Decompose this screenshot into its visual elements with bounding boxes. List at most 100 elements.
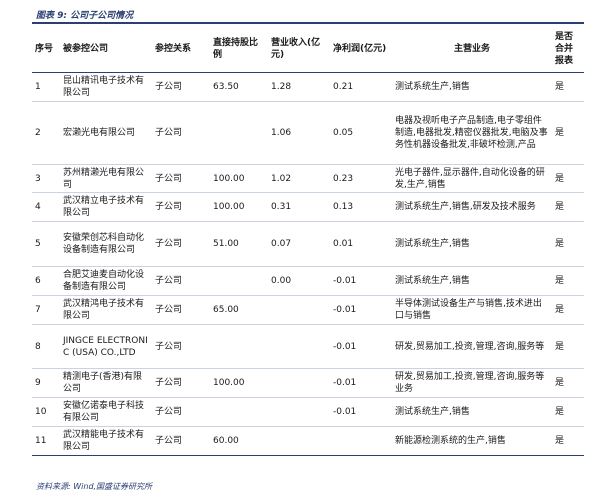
- cell-consolidated: 是: [552, 221, 584, 267]
- cell-company: 武汉精鸿电子技术有限公司: [60, 295, 152, 325]
- cell-revenue: [268, 426, 330, 456]
- header-no: 序号: [32, 26, 60, 73]
- cell-revenue: [268, 295, 330, 325]
- table-row: 11 武汉精能电子技术有限公司 子公司 60.00 新能源检测系统的生产,销售 …: [32, 426, 584, 456]
- cell-business: 测试系统生产,销售: [392, 221, 552, 267]
- cell-profit: -0.01: [330, 295, 392, 325]
- cell-company: 武汉精能电子技术有限公司: [60, 426, 152, 456]
- cell-business: 测试系统生产,销售: [392, 266, 552, 296]
- table-row: 9 精测电子(香港)有限公司 子公司 100.00 -0.01 研发,贸易加工,…: [32, 368, 584, 398]
- header-revenue: 营业收入(亿元): [268, 26, 330, 73]
- cell-profit: 0.21: [330, 72, 392, 102]
- cell-profit: -0.01: [330, 324, 392, 369]
- cell-ratio: 65.00: [210, 295, 268, 325]
- cell-company: JINGCE ELECTRONIC (USA) CO.,LTD: [60, 324, 152, 369]
- cell-profit: -0.01: [330, 368, 392, 398]
- cell-consolidated: 是: [552, 192, 584, 222]
- cell-revenue: 1.06: [268, 101, 330, 165]
- cell-consolidated: 是: [552, 72, 584, 102]
- table-body: 1 昆山精讯电子技术有限公司 子公司 63.50 1.28 0.21 测试系统生…: [32, 72, 584, 456]
- top-rule: [32, 22, 584, 24]
- header-relation: 参控关系: [152, 26, 210, 73]
- cell-revenue: 1.28: [268, 72, 330, 102]
- figure-title: 图表 9: 公司子公司情况: [36, 11, 134, 21]
- cell-relation: 子公司: [152, 266, 210, 296]
- cell-business: 电器及视听电子产品制造,电子零组件制造,电器批发,精密仪器批发,电脑及事务性机器…: [392, 101, 552, 165]
- cell-ratio: 63.50: [210, 72, 268, 102]
- cell-profit: 0.23: [330, 164, 392, 193]
- header-company: 被参控公司: [60, 26, 152, 73]
- subsidiary-table: 序号 被参控公司 参控关系 直接持股比例 营业收入(亿元) 净利润(亿元) 主营…: [32, 26, 584, 456]
- cell-relation: 子公司: [152, 164, 210, 193]
- cell-relation: 子公司: [152, 101, 210, 165]
- cell-ratio: [210, 101, 268, 165]
- cell-consolidated: 是: [552, 368, 584, 398]
- cell-consolidated: 是: [552, 426, 584, 456]
- table-row: 5 安徽荣创芯科自动化设备制造有限公司 子公司 51.00 0.07 0.01 …: [32, 221, 584, 267]
- table-row: 1 昆山精讯电子技术有限公司 子公司 63.50 1.28 0.21 测试系统生…: [32, 72, 584, 102]
- cell-business: 新能源检测系统的生产,销售: [392, 426, 552, 456]
- cell-no: 3: [32, 164, 60, 193]
- cell-relation: 子公司: [152, 426, 210, 456]
- cell-company: 合肥艾迪麦自动化设备制造有限公司: [60, 266, 152, 296]
- cell-no: 8: [32, 324, 60, 369]
- cell-company: 武汉精立电子技术有限公司: [60, 192, 152, 222]
- table-row: 8 JINGCE ELECTRONIC (USA) CO.,LTD 子公司 -0…: [32, 324, 584, 369]
- cell-relation: 子公司: [152, 192, 210, 222]
- header-business: 主营业务: [392, 26, 552, 73]
- cell-relation: 子公司: [152, 368, 210, 398]
- cell-revenue: 0.07: [268, 221, 330, 267]
- table-row: 3 苏州精濑光电有限公司 子公司 100.00 1.02 0.23 光电子器件,…: [32, 164, 584, 193]
- cell-consolidated: 是: [552, 101, 584, 165]
- cell-profit: -0.01: [330, 266, 392, 296]
- cell-no: 9: [32, 368, 60, 398]
- header-consolidated: 是否合并报表: [552, 26, 584, 73]
- cell-ratio: 100.00: [210, 192, 268, 222]
- header-profit: 净利润(亿元): [330, 26, 392, 73]
- table-row: 2 宏濑光电有限公司 子公司 1.06 0.05 电器及视听电子产品制造,电子零…: [32, 101, 584, 165]
- cell-no: 6: [32, 266, 60, 296]
- cell-revenue: 0.00: [268, 266, 330, 296]
- cell-profit: -0.01: [330, 397, 392, 427]
- table-header-row: 序号 被参控公司 参控关系 直接持股比例 营业收入(亿元) 净利润(亿元) 主营…: [32, 26, 584, 73]
- cell-no: 2: [32, 101, 60, 165]
- cell-company: 昆山精讯电子技术有限公司: [60, 72, 152, 102]
- cell-business: 研发,贸易加工,投资,管理,咨询,服务等: [392, 324, 552, 369]
- cell-ratio: [210, 324, 268, 369]
- cell-no: 11: [32, 426, 60, 456]
- cell-business: 光电子器件,显示器件,自动化设备的研发,生产,销售: [392, 164, 552, 193]
- cell-consolidated: 是: [552, 266, 584, 296]
- cell-no: 5: [32, 221, 60, 267]
- cell-ratio: 100.00: [210, 368, 268, 398]
- source-note: 资料来源: Wind,国盛证券研究所: [36, 482, 153, 491]
- cell-ratio: 100.00: [210, 164, 268, 193]
- table-row: 10 安徽亿诺泰电子科技有限公司 子公司 -0.01 测试系统生产,销售 是: [32, 397, 584, 427]
- cell-revenue: 0.31: [268, 192, 330, 222]
- cell-ratio: [210, 266, 268, 296]
- cell-company: 宏濑光电有限公司: [60, 101, 152, 165]
- cell-profit: 0.05: [330, 101, 392, 165]
- cell-ratio: 60.00: [210, 426, 268, 456]
- header-ratio: 直接持股比例: [210, 26, 268, 73]
- cell-no: 10: [32, 397, 60, 427]
- cell-business: 测试系统生产,销售: [392, 72, 552, 102]
- cell-no: 7: [32, 295, 60, 325]
- cell-ratio: 51.00: [210, 221, 268, 267]
- cell-profit: [330, 426, 392, 456]
- cell-company: 精测电子(香港)有限公司: [60, 368, 152, 398]
- cell-consolidated: 是: [552, 295, 584, 325]
- cell-revenue: [268, 397, 330, 427]
- cell-consolidated: 是: [552, 397, 584, 427]
- report-page: 图表 9: 公司子公司情况 序号 被参控公司 参控关系 直接持股比例 营业收入(…: [0, 0, 600, 500]
- cell-relation: 子公司: [152, 221, 210, 267]
- cell-business: 测试系统生产,销售: [392, 397, 552, 427]
- cell-company: 安徽亿诺泰电子科技有限公司: [60, 397, 152, 427]
- cell-business: 半导体测试设备生产与销售,技术进出口与销售: [392, 295, 552, 325]
- table-row: 4 武汉精立电子技术有限公司 子公司 100.00 0.31 0.13 测试系统…: [32, 192, 584, 222]
- cell-no: 4: [32, 192, 60, 222]
- cell-relation: 子公司: [152, 397, 210, 427]
- cell-consolidated: 是: [552, 164, 584, 193]
- cell-revenue: [268, 368, 330, 398]
- cell-relation: 子公司: [152, 324, 210, 369]
- cell-business: 测试系统生产,销售,研发及技术服务: [392, 192, 552, 222]
